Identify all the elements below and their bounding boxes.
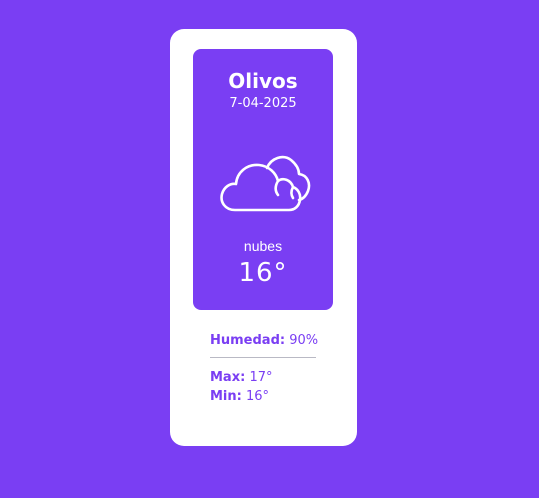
- humidity-row: Humedad: 90%: [210, 332, 318, 349]
- date-label: 7-04-2025: [229, 96, 297, 111]
- humidity-label: Humedad:: [210, 333, 286, 348]
- weather-panel: Olivos 7-04-2025 nubes 16°: [193, 49, 333, 310]
- weather-description: nubes: [243, 238, 283, 254]
- min-value: 16°: [246, 389, 270, 404]
- divider: [210, 357, 316, 358]
- max-value: 17°: [249, 370, 273, 385]
- city-name: Olivos: [228, 69, 298, 93]
- temperature-value: 16°: [238, 258, 288, 288]
- page-background: Olivos 7-04-2025 nubes 16° Humedad: 90% …: [0, 0, 539, 498]
- max-row: Max: 17°: [210, 369, 272, 386]
- humidity-value: 90%: [289, 333, 319, 348]
- weather-card: Olivos 7-04-2025 nubes 16° Humedad: 90% …: [170, 29, 357, 446]
- min-label: Min:: [210, 389, 242, 404]
- cloud-icon: [220, 155, 311, 212]
- min-row: Min: 16°: [210, 388, 269, 405]
- max-label: Max:: [210, 370, 246, 385]
